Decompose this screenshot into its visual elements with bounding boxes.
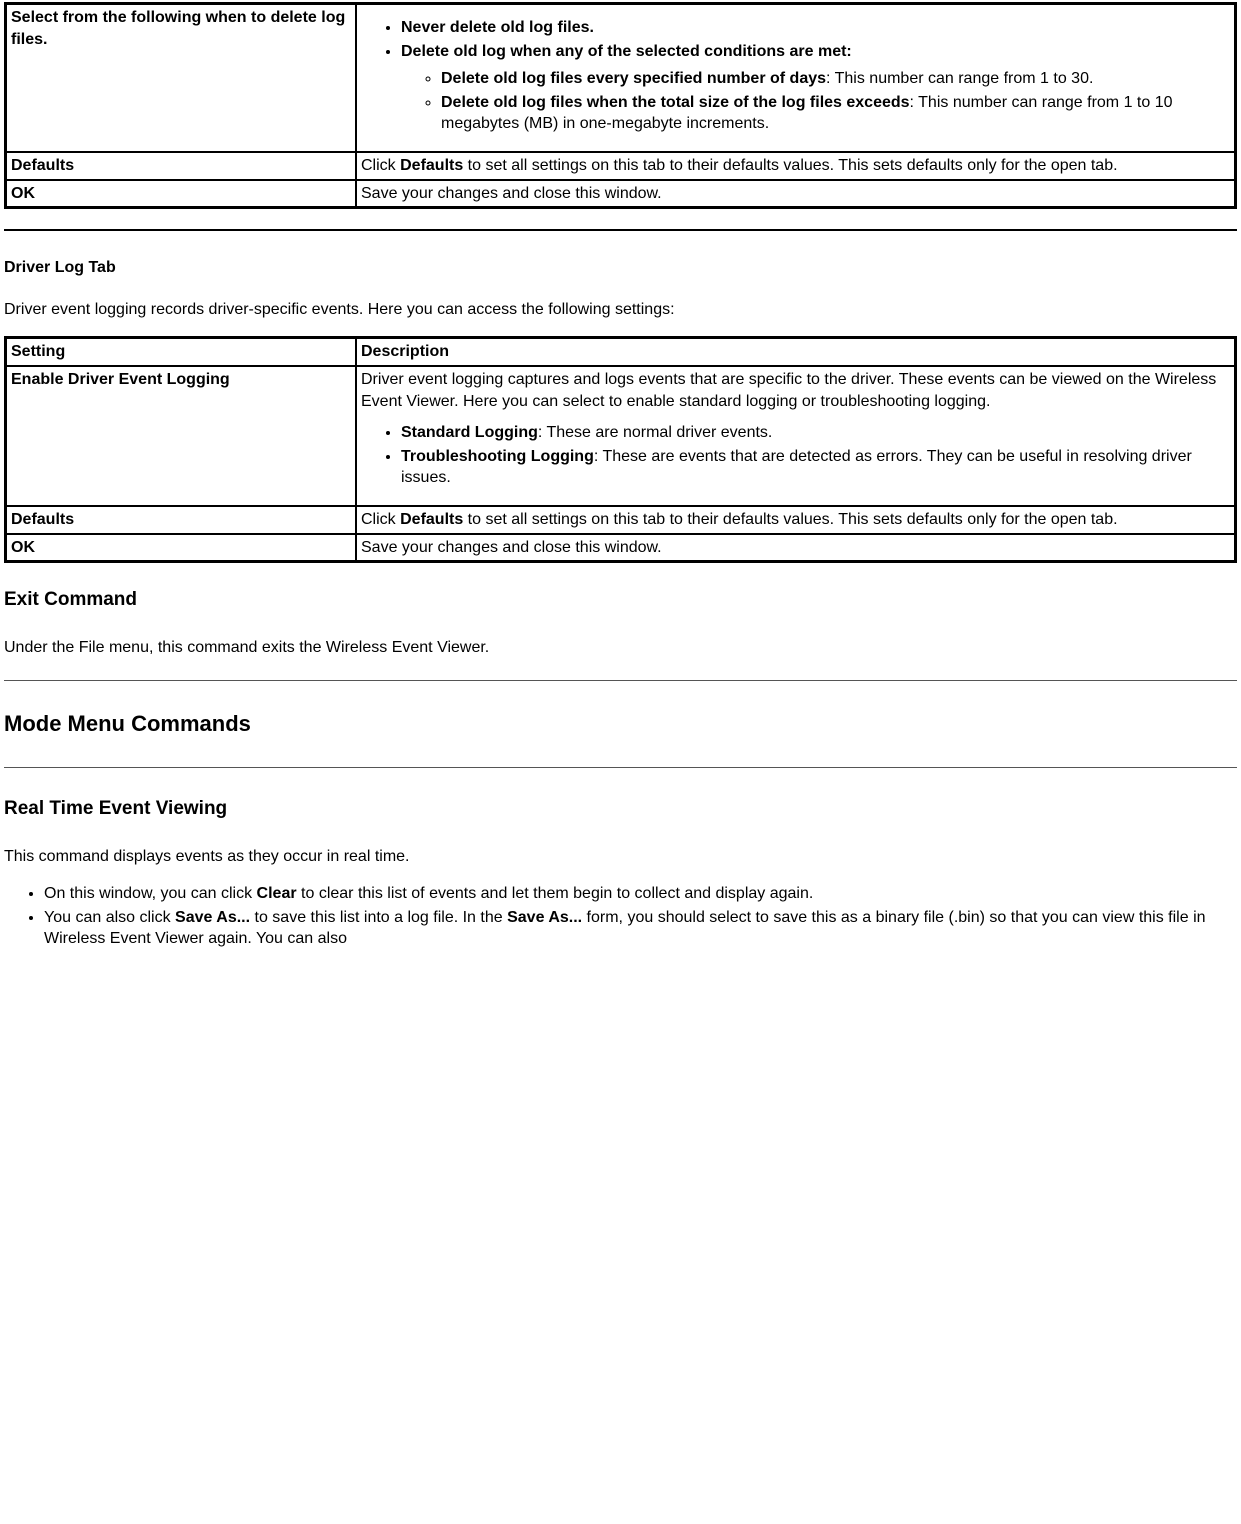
bold-text: Defaults: [400, 511, 463, 528]
setting-cell: OK: [6, 534, 357, 562]
table-row: Defaults Click Defaults to set all setti…: [6, 506, 1236, 534]
divider: [4, 767, 1237, 768]
description-cell: Click Defaults to set all settings on th…: [356, 152, 1236, 180]
driver-log-tab-heading: Driver Log Tab: [4, 257, 1237, 279]
body-text: to save this list into a log file. In th…: [250, 909, 507, 926]
bold-text: Defaults: [400, 157, 463, 174]
table-row: Defaults Click Defaults to set all setti…: [6, 152, 1236, 180]
setting-label: Select from the following when to delete…: [11, 9, 345, 48]
setting-cell: Enable Driver Event Logging: [6, 366, 357, 506]
log-delete-table: Select from the following when to delete…: [4, 2, 1237, 209]
divider: [4, 680, 1237, 681]
table-row: OK Save your changes and close this wind…: [6, 534, 1236, 562]
description-cell: Never delete old log files. Delete old l…: [356, 4, 1236, 152]
real-time-bullet-list: On this window, you can click Clear to c…: [4, 883, 1237, 950]
sub-bullet-list: Delete old log files every specified num…: [401, 68, 1230, 135]
description-cell: Save your changes and close this window.: [356, 534, 1236, 562]
mode-menu-commands-heading: Mode Menu Commands: [4, 709, 1237, 739]
list-item: Troubleshooting Logging: These are event…: [401, 446, 1230, 489]
body-text: Click: [361, 511, 400, 528]
setting-label: OK: [11, 185, 35, 202]
bold-text: Save As...: [507, 909, 582, 926]
column-header-description: Description: [356, 338, 1236, 366]
description-cell: Save your changes and close this window.: [356, 180, 1236, 208]
column-header-setting: Setting: [6, 338, 357, 366]
bold-text: Delete old log files when the total size…: [441, 94, 910, 111]
list-item: On this window, you can click Clear to c…: [44, 883, 1237, 905]
bold-text: Delete old log when any of the selected …: [401, 43, 852, 60]
bold-text: Standard Logging: [401, 424, 538, 441]
setting-cell: OK: [6, 180, 357, 208]
body-text: Click: [361, 157, 400, 174]
bold-text: Save As...: [175, 909, 250, 926]
divider: [4, 229, 1237, 231]
body-text: Driver event logging captures and logs e…: [361, 371, 1216, 410]
real-time-intro: This command displays events as they occ…: [4, 846, 1237, 868]
bold-text: Delete old log files every specified num…: [441, 70, 826, 87]
driver-log-tab-intro: Driver event logging records driver-spec…: [4, 299, 1237, 321]
table-header-row: Setting Description: [6, 338, 1236, 366]
table-row: Select from the following when to delete…: [6, 4, 1236, 152]
list-item: Delete old log when any of the selected …: [401, 41, 1230, 135]
body-text: : This number can range from 1 to 30.: [826, 70, 1093, 87]
setting-label: Defaults: [11, 511, 74, 528]
body-text: You can also click: [44, 909, 175, 926]
setting-label: Defaults: [11, 157, 74, 174]
bullet-list: Standard Logging: These are normal drive…: [361, 422, 1230, 489]
setting-cell: Defaults: [6, 152, 357, 180]
bold-text: Never delete old log files.: [401, 19, 594, 36]
body-text: On this window, you can click: [44, 885, 257, 902]
body-text: : These are normal driver events.: [538, 424, 772, 441]
body-text: to clear this list of events and let the…: [297, 885, 814, 902]
setting-cell: Defaults: [6, 506, 357, 534]
bold-text: Clear: [257, 885, 297, 902]
body-text: to set all settings on this tab to their…: [463, 511, 1117, 528]
list-item: Standard Logging: These are normal drive…: [401, 422, 1230, 444]
description-cell: Click Defaults to set all settings on th…: [356, 506, 1236, 534]
exit-command-text: Under the File menu, this command exits …: [4, 637, 1237, 659]
setting-cell: Select from the following when to delete…: [6, 4, 357, 152]
bullet-list: Never delete old log files. Delete old l…: [361, 17, 1230, 135]
setting-label: Enable Driver Event Logging: [11, 371, 230, 388]
table-row: OK Save your changes and close this wind…: [6, 180, 1236, 208]
exit-command-heading: Exit Command: [4, 587, 1237, 613]
body-text: to set all settings on this tab to their…: [463, 157, 1117, 174]
table-row: Enable Driver Event Logging Driver event…: [6, 366, 1236, 506]
driver-log-table: Setting Description Enable Driver Event …: [4, 336, 1237, 563]
real-time-event-viewing-heading: Real Time Event Viewing: [4, 796, 1237, 822]
list-item: Never delete old log files.: [401, 17, 1230, 39]
description-cell: Driver event logging captures and logs e…: [356, 366, 1236, 506]
setting-label: OK: [11, 539, 35, 556]
list-item: You can also click Save As... to save th…: [44, 907, 1237, 950]
list-item: Delete old log files when the total size…: [441, 92, 1230, 135]
bold-text: Troubleshooting Logging: [401, 448, 594, 465]
list-item: Delete old log files every specified num…: [441, 68, 1230, 90]
